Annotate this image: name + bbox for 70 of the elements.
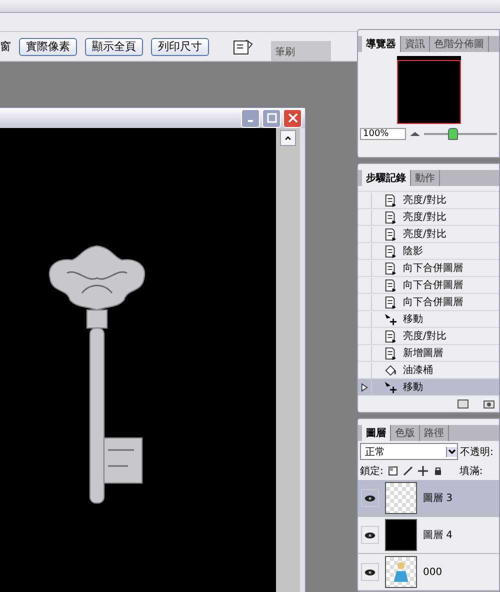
eye-icon bbox=[364, 532, 376, 538]
document-icon[interactable] bbox=[457, 399, 469, 409]
history-item[interactable]: 亮度/對比 bbox=[358, 209, 499, 226]
layer-thumbnail bbox=[385, 482, 417, 514]
option-button[interactable]: 列印尺寸 bbox=[151, 38, 209, 56]
minimize-icon bbox=[248, 120, 253, 122]
panel-tab[interactable]: 導覽器 bbox=[362, 36, 401, 52]
camera-icon[interactable] bbox=[483, 399, 495, 409]
document-icon bbox=[384, 210, 397, 224]
scroll-bar[interactable] bbox=[276, 128, 300, 592]
panel-tab[interactable]: 資訊 bbox=[401, 36, 430, 52]
history-item[interactable]: 陰影 bbox=[358, 243, 499, 260]
document-icon bbox=[384, 346, 397, 360]
document-icon bbox=[384, 194, 397, 206]
dropdown-arrow-icon bbox=[446, 446, 457, 456]
move-icon[interactable] bbox=[418, 466, 428, 476]
paint-bucket-icon bbox=[384, 364, 397, 376]
lock-icon[interactable] bbox=[433, 466, 444, 476]
panel-tab[interactable]: 圖層 bbox=[362, 425, 391, 441]
panel-tab[interactable]: 色階分佈圖 bbox=[430, 36, 489, 52]
scroll-up-button[interactable] bbox=[280, 130, 296, 146]
history-item[interactable]: 移動 bbox=[358, 311, 499, 328]
visibility-toggle[interactable] bbox=[361, 489, 379, 507]
layer-thumbnail bbox=[385, 556, 417, 588]
document-icon bbox=[384, 262, 397, 274]
layer-row[interactable]: 圖層 3 bbox=[358, 480, 499, 517]
layer-row[interactable]: 圖層 4 bbox=[358, 517, 499, 554]
document-icon bbox=[384, 228, 397, 240]
document-icon bbox=[384, 296, 397, 308]
close-button[interactable] bbox=[283, 108, 302, 128]
layer-thumbnail bbox=[385, 519, 417, 551]
layer-row[interactable]: 000 bbox=[358, 554, 499, 591]
history-item[interactable]: 移動 bbox=[358, 379, 499, 396]
maximize-icon bbox=[266, 113, 276, 123]
minimize-button[interactable] bbox=[241, 108, 260, 128]
visibility-toggle[interactable] bbox=[361, 563, 379, 581]
lock-transparency-icon[interactable] bbox=[388, 466, 398, 476]
close-icon bbox=[288, 113, 298, 123]
history-item[interactable]: 亮度/對比 bbox=[358, 226, 499, 243]
fill-label: 填滿: bbox=[459, 464, 483, 478]
panel-tab[interactable]: 路徑 bbox=[420, 425, 449, 441]
history-item[interactable]: 亮度/對比 bbox=[358, 192, 499, 209]
move-tool-icon bbox=[384, 312, 397, 326]
document-icon bbox=[384, 244, 397, 258]
eye-icon bbox=[364, 568, 376, 576]
option-label: 窗 bbox=[0, 39, 11, 54]
visibility-toggle[interactable] bbox=[361, 526, 379, 544]
history-item[interactable]: 亮度/對比 bbox=[358, 328, 499, 345]
caret-icon bbox=[284, 134, 292, 142]
move-tool-icon bbox=[384, 380, 397, 394]
history-item[interactable]: 向下合併圖層 bbox=[358, 260, 499, 277]
history-pointer-icon bbox=[361, 382, 368, 392]
eye-icon bbox=[364, 494, 376, 502]
document-icon bbox=[384, 278, 397, 292]
slider-thumb[interactable] bbox=[448, 128, 458, 140]
palette-icon[interactable] bbox=[233, 38, 253, 56]
history-item[interactable]: 新增圖層 bbox=[358, 345, 499, 362]
zoom-out-icon[interactable] bbox=[410, 131, 420, 137]
zoom-field[interactable]: 100% bbox=[360, 128, 406, 140]
option-button[interactable]: 實際像素 bbox=[19, 38, 77, 56]
opacity-label: 不透明: bbox=[460, 446, 494, 458]
lock-label: 鎖定: bbox=[360, 464, 384, 478]
panel-tab[interactable]: 步驟記錄 bbox=[362, 170, 411, 186]
history-item[interactable]: 向下合併圖層 bbox=[358, 294, 499, 311]
blend-mode-dropdown[interactable]: 正常 bbox=[360, 443, 458, 460]
document-icon bbox=[384, 330, 397, 342]
brush-icon[interactable] bbox=[403, 466, 414, 476]
history-item[interactable]: 向下合併圖層 bbox=[358, 277, 499, 294]
panel-tab[interactable]: 色版 bbox=[391, 425, 420, 441]
option-button[interactable]: 顯示全頁 bbox=[85, 38, 143, 56]
